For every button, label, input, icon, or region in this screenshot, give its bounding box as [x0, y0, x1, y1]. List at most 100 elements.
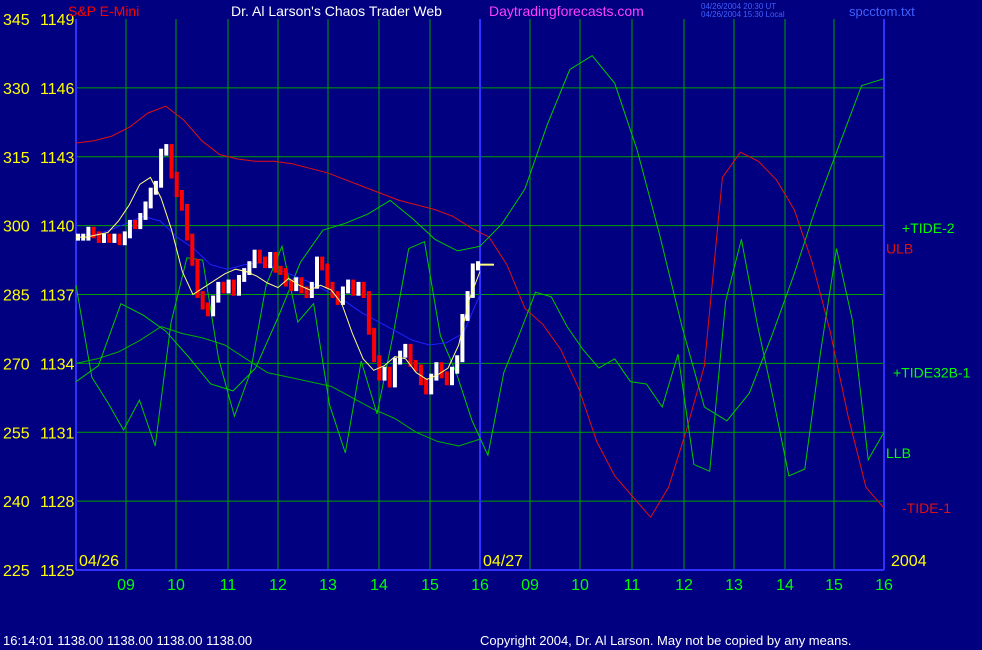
price-bar	[257, 249, 262, 264]
x-tick-label: 10	[571, 577, 589, 594]
price-bar	[476, 261, 480, 271]
price-bar	[263, 256, 267, 269]
year-label: 2004	[891, 553, 927, 570]
x-tick-label: 15	[825, 577, 843, 594]
price-bar	[273, 252, 278, 273]
left-axis-tick-label: 330	[3, 81, 30, 98]
x-tick-label: 10	[167, 577, 185, 594]
site-name: Daytradingforecasts.com	[489, 3, 644, 19]
x-tick-label: 14	[370, 577, 388, 594]
price-bar	[372, 327, 377, 363]
price-bar	[366, 291, 371, 335]
price-bar	[122, 231, 127, 246]
x-tick-label: 12	[675, 577, 693, 594]
quote-readout: 16:14:01 1138.00 1138.00 1138.00 1138.00	[3, 633, 252, 648]
price-bar	[226, 279, 231, 294]
price-bar	[320, 256, 325, 271]
date-label: 04/26	[79, 553, 119, 570]
price-bar	[148, 187, 153, 209]
price-bar	[127, 219, 132, 239]
price-bar	[112, 233, 117, 243]
price-bar	[200, 291, 205, 310]
price-axis-tick-label: 1143	[40, 150, 75, 167]
file-name: spcctom.txt	[849, 4, 915, 19]
x-tick-label: 15	[421, 577, 439, 594]
left-axis-tick-label: 300	[3, 219, 30, 236]
price-bar	[169, 144, 174, 179]
price-bar	[268, 252, 273, 269]
x-tick-label: 09	[117, 577, 135, 594]
price-bar	[252, 249, 257, 269]
x-tick-label: 13	[319, 577, 337, 594]
label-tide2: +TIDE-2	[902, 220, 955, 236]
price-axis-tick-label: 1137	[40, 288, 75, 305]
price-bar	[159, 148, 164, 188]
x-tick-label: 11	[220, 577, 237, 594]
price-bar	[138, 213, 143, 230]
price-bar	[450, 366, 454, 386]
price-axis-tick-label: 1128	[40, 494, 75, 511]
price-bar	[315, 256, 319, 289]
left-axis-tick-label: 270	[3, 356, 30, 373]
price-bar	[174, 171, 179, 197]
x-tick-label: 12	[269, 577, 287, 594]
price-bar	[434, 362, 439, 381]
price-bar	[439, 362, 444, 379]
price-bar	[351, 279, 356, 296]
label-tide32b: +TIDE32B-1	[893, 365, 971, 381]
price-bar	[325, 263, 330, 289]
price-axis-tick-label: 1146	[40, 81, 75, 98]
price-axis-tick-label: 1134	[40, 356, 75, 373]
chart-title-left: S&P E-Mini	[68, 3, 139, 19]
price-bar	[86, 226, 91, 241]
left-axis-tick-label: 345	[3, 12, 30, 29]
price-bar	[242, 268, 247, 282]
x-tick-label: 09	[521, 577, 539, 594]
price-bar	[185, 203, 190, 241]
price-bar	[190, 233, 195, 266]
price-bar	[424, 378, 429, 395]
price-bar	[143, 201, 148, 220]
price-bar	[403, 343, 408, 358]
x-tick-label: 16	[471, 577, 489, 594]
price-bar	[179, 190, 184, 211]
price-bar	[361, 281, 366, 298]
x-tick-label: 11	[624, 577, 641, 594]
price-bar	[117, 233, 122, 246]
price-bar	[211, 295, 216, 317]
left-axis-tick-label: 240	[3, 494, 30, 511]
price-bar	[205, 302, 210, 317]
label-tide1: -TIDE-1	[902, 500, 951, 516]
price-bar	[107, 233, 112, 243]
price-bar	[216, 281, 221, 303]
price-bar	[133, 219, 138, 230]
copyright-notice: Copyright 2004, Dr. Al Larson. May not b…	[480, 633, 851, 648]
label-llb: LLB	[886, 445, 911, 461]
chart-canvas: 345 1149330 1146315 1143300 1140285 1137270 11…	[0, 0, 982, 650]
price-bar	[392, 357, 397, 388]
x-tick-label: 14	[776, 577, 794, 594]
price-axis-tick-label: 1125	[40, 563, 75, 580]
x-tick-label: 16	[875, 577, 893, 594]
price-bar	[231, 279, 236, 296]
price-bar	[221, 281, 226, 294]
left-axis-tick-label: 315	[3, 150, 30, 167]
label-ulb: ULB	[886, 241, 913, 257]
price-axis-tick-label: 1131	[40, 425, 75, 442]
price-bar	[444, 371, 449, 386]
price-bar	[455, 355, 460, 374]
price-bar	[387, 366, 392, 388]
price-bar	[340, 286, 345, 305]
price-bar	[237, 275, 241, 296]
stamp-local: 04/26/2004 15:30 Local	[701, 10, 785, 19]
left-axis-tick-label: 285	[3, 288, 30, 305]
x-tick-label: 13	[725, 577, 743, 594]
left-axis-tick-label: 225	[3, 563, 30, 580]
price-bar	[382, 366, 387, 381]
price-bar	[278, 265, 283, 275]
date-label: 04/27	[483, 553, 523, 570]
price-bar	[96, 231, 101, 243]
price-bar	[356, 281, 361, 296]
price-bar	[346, 279, 351, 294]
price-axis-tick-label: 1140	[40, 219, 75, 236]
